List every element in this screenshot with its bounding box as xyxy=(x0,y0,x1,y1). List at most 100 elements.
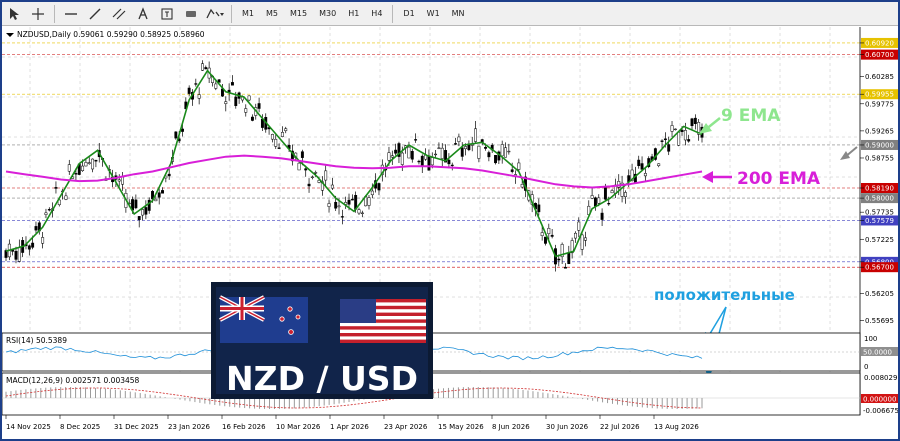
timeframe-mn[interactable]: MN xyxy=(446,4,471,24)
candle-body xyxy=(687,139,691,142)
text-tool-icon[interactable] xyxy=(132,4,154,24)
candle-body xyxy=(643,173,647,177)
price-label: 0.58000 xyxy=(865,195,894,203)
candle-body xyxy=(520,183,524,188)
price-label: 0.57579 xyxy=(865,217,894,225)
candle-body xyxy=(504,147,507,158)
candle-body xyxy=(474,128,478,142)
candle-body xyxy=(600,212,604,220)
price-label: 0.57225 xyxy=(865,236,894,244)
candle-body xyxy=(690,118,694,127)
date-label: 22 Jul 2026 xyxy=(600,423,640,431)
candle-body xyxy=(517,162,521,170)
timeframe-d1[interactable]: D1 xyxy=(397,4,420,24)
price-label: 0.59775 xyxy=(865,100,894,108)
candle-body xyxy=(537,204,541,213)
hline-icon[interactable] xyxy=(60,4,82,24)
date-label: 8 Dec 2025 xyxy=(60,423,100,431)
candle-body xyxy=(201,63,204,71)
timeframe-h4[interactable]: H4 xyxy=(365,4,388,24)
candle-body xyxy=(583,237,587,241)
candle-body xyxy=(557,258,561,261)
macd-title: MACD(12,26,9) 0.002571 0.003458 xyxy=(6,376,140,385)
candle-body xyxy=(494,154,497,164)
candle-body xyxy=(500,144,504,157)
candle-body xyxy=(34,226,38,231)
candle-body xyxy=(367,197,371,206)
timeframe-m30[interactable]: M30 xyxy=(313,4,342,24)
candle-body xyxy=(370,190,374,196)
candle-body xyxy=(87,162,91,164)
rectangle-icon[interactable] xyxy=(180,4,202,24)
candle-body xyxy=(680,129,684,132)
candle-body xyxy=(450,164,454,167)
candle-body xyxy=(667,144,671,152)
candle-body xyxy=(137,216,141,220)
timeframe-m15[interactable]: M15 xyxy=(284,4,313,24)
date-label: 23 Jan 2026 xyxy=(168,423,211,431)
candle-body xyxy=(670,125,674,132)
candle-body xyxy=(457,136,461,142)
candle-body xyxy=(434,153,438,156)
candle-body xyxy=(574,232,577,239)
trendline-icon[interactable] xyxy=(84,4,106,24)
candle-body xyxy=(234,96,238,106)
candle-body xyxy=(314,172,318,174)
candle-body xyxy=(27,245,31,250)
candle-body xyxy=(340,216,344,218)
candle-body xyxy=(250,116,254,121)
candle-body xyxy=(187,87,191,94)
toolbar: M1 M5 M15 M30 H1 H4 D1 W1 MN xyxy=(2,2,898,26)
timeframe-m1[interactable]: M1 xyxy=(236,4,260,24)
timeframe-h1[interactable]: H1 xyxy=(342,4,365,24)
date-label: 14 Nov 2025 xyxy=(6,423,51,431)
chart-area[interactable]: NZDUSD,Daily 0.59061 0.59290 0.58925 0.5… xyxy=(1,27,899,439)
candle-body xyxy=(447,159,451,165)
date-label: 10 Mar 2026 xyxy=(276,423,321,431)
candle-body xyxy=(214,83,218,89)
rsi-scale-100: 100 xyxy=(864,335,877,343)
candle-body xyxy=(603,187,607,200)
candle-body xyxy=(204,67,208,70)
candle-body xyxy=(327,203,331,207)
channel-icon[interactable] xyxy=(108,4,130,24)
candle-body xyxy=(350,198,354,201)
candle-body xyxy=(430,157,434,166)
macd-scale-zero: 0.000000 xyxy=(863,396,896,404)
candle-body xyxy=(407,146,411,159)
candle-body xyxy=(31,242,35,248)
candle-body xyxy=(181,128,184,132)
candle-body xyxy=(41,237,45,244)
rsi-scale-0: 0 xyxy=(864,363,868,371)
candle-body xyxy=(270,134,274,140)
candle-body xyxy=(427,155,431,171)
price-label: 0.60920 xyxy=(865,39,894,47)
candle-body xyxy=(540,232,544,236)
candle-body xyxy=(544,236,547,244)
price-chart[interactable]: NZDUSD,Daily 0.59061 0.59290 0.58925 0.5… xyxy=(1,27,899,439)
macd-scale-top: 0.008029 xyxy=(864,374,897,382)
candle-body xyxy=(440,147,444,159)
candle-body xyxy=(244,108,248,113)
candle-body xyxy=(597,197,601,204)
timeframe-m5[interactable]: M5 xyxy=(260,4,284,24)
label-tool-icon[interactable] xyxy=(156,4,178,24)
nz-flag-icon xyxy=(219,295,308,343)
cursor-icon[interactable] xyxy=(3,4,25,24)
arrows-icon[interactable] xyxy=(204,4,226,24)
macd-scale-bottom: -0.006675 xyxy=(863,407,898,415)
candle-body xyxy=(683,130,687,141)
candle-body xyxy=(400,152,404,165)
candle-body xyxy=(637,159,641,167)
toolbar-separator xyxy=(54,4,55,23)
candle-body xyxy=(257,103,261,109)
date-label: 23 Apr 2026 xyxy=(384,423,428,431)
candle-body xyxy=(420,155,424,166)
candle-body xyxy=(507,150,511,153)
candle-body xyxy=(84,162,88,167)
candle-body xyxy=(673,128,677,131)
crosshair-icon[interactable] xyxy=(27,4,49,24)
timeframe-w1[interactable]: W1 xyxy=(421,4,446,24)
candle-body xyxy=(330,184,334,189)
candle-body xyxy=(94,159,98,162)
